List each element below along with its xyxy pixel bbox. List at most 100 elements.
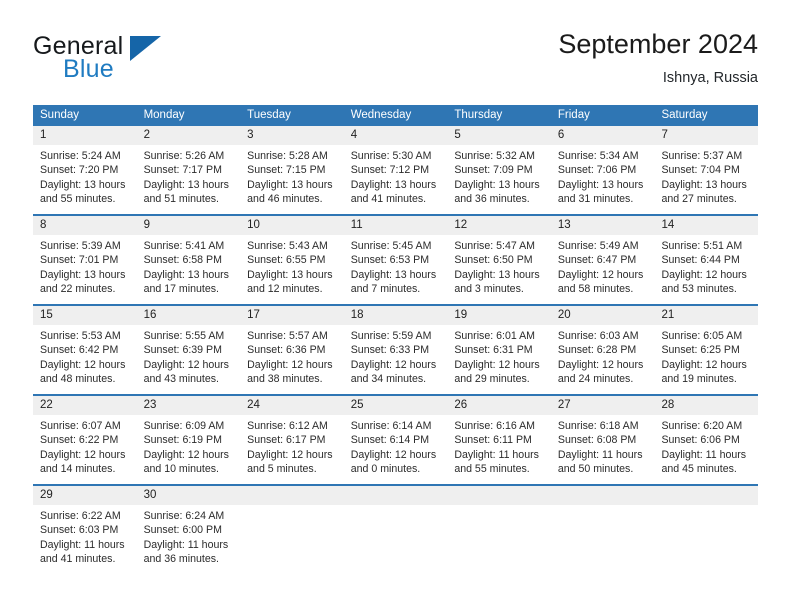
sunrise-text: Sunrise: 5:55 AM	[143, 330, 225, 342]
day-number[interactable]: 3	[240, 126, 344, 145]
week-detail-row: Sunrise: 6:07 AM Sunset: 6:22 PM Daylight:…	[33, 415, 758, 484]
day-number-empty	[551, 486, 655, 505]
week-row: 22 23 24 25 26 27 28 Sunrise: 6:07 AM Sunset: 6:…	[33, 394, 758, 484]
day-number[interactable]: 1	[33, 126, 137, 145]
day-number[interactable]: 16	[137, 306, 241, 325]
day-number[interactable]: 25	[344, 396, 448, 415]
day-cell: Sunrise: 6:24 AM Sunset: 6:00 PM Daylight:…	[137, 505, 241, 574]
day-number[interactable]: 8	[33, 216, 137, 235]
sunset-text: Sunset: 6:14 PM	[350, 434, 430, 447]
location-label: Ishnya, Russia	[662, 70, 758, 86]
sunset-text: Sunset: 6:53 PM	[350, 254, 430, 267]
daylight-text: Daylight: 12 hours and 14 minutes.	[40, 448, 126, 476]
sunset-text: Sunset: 6:22 PM	[40, 434, 119, 447]
sunset-text: Sunset: 7:12 PM	[350, 164, 430, 177]
day-cell: Sunrise: 6:01 AM Sunset: 6:31 PM Daylight:…	[447, 325, 551, 394]
day-number[interactable]: 2	[137, 126, 241, 145]
daylight-text: Daylight: 13 hours and 46 minutes.	[247, 178, 333, 206]
sunset-text: Sunset: 7:20 PM	[40, 164, 119, 177]
day-cell: Sunrise: 6:14 AM Sunset: 6:14 PM Daylight:…	[344, 415, 448, 484]
sunrise-text: Sunrise: 6:22 AM	[40, 510, 121, 522]
day-cell-empty	[654, 505, 758, 574]
day-number[interactable]: 30	[137, 486, 241, 505]
daylight-text: Daylight: 13 hours and 41 minutes.	[350, 178, 437, 206]
week-row: 15 16 17 18 19 20 21 Sunrise: 5:53 AM Sunset: 6:…	[33, 304, 758, 394]
week-daynumber-row: 22 23 24 25 26 27 28	[33, 396, 758, 415]
day-number[interactable]: 20	[551, 306, 655, 325]
day-number[interactable]: 10	[240, 216, 344, 235]
day-cell: Sunrise: 5:53 AM Sunset: 6:42 PM Daylight:…	[33, 325, 137, 394]
daylight-text: Daylight: 11 hours and 41 minutes.	[40, 538, 125, 566]
sunset-text: Sunset: 7:15 PM	[247, 164, 326, 177]
day-number[interactable]: 6	[551, 126, 655, 145]
day-number[interactable]: 11	[344, 216, 448, 235]
daylight-text: Daylight: 13 hours and 55 minutes.	[40, 178, 126, 206]
sunset-text: Sunset: 6:03 PM	[40, 524, 119, 537]
daylight-text: Daylight: 13 hours and 27 minutes.	[661, 178, 747, 206]
day-number[interactable]: 23	[137, 396, 241, 415]
sunset-text: Sunset: 6:42 PM	[40, 344, 119, 357]
sunrise-text: Sunrise: 5:37 AM	[661, 150, 743, 162]
day-number[interactable]: 24	[240, 396, 344, 415]
sunrise-text: Sunrise: 6:16 AM	[454, 420, 535, 432]
week-detail-row: Sunrise: 5:24 AM Sunset: 7:20 PM Daylight:…	[33, 145, 758, 214]
sunrise-text: Sunrise: 5:49 AM	[557, 240, 639, 252]
sunset-text: Sunset: 6:50 PM	[454, 254, 533, 267]
day-number[interactable]: 22	[33, 396, 137, 415]
day-number[interactable]: 15	[33, 306, 137, 325]
day-number[interactable]: 4	[344, 126, 448, 145]
sunset-text: Sunset: 6:06 PM	[661, 434, 740, 447]
daylight-text: Daylight: 13 hours and 36 minutes.	[454, 178, 540, 206]
title-block: September 2024 Ishnya, Russia	[558, 28, 758, 88]
day-number[interactable]: 12	[447, 216, 551, 235]
day-number-empty	[240, 486, 344, 505]
day-number[interactable]: 14	[654, 216, 758, 235]
sunrise-text: Sunrise: 6:03 AM	[557, 330, 639, 342]
weekday-header-tuesday: Tuesday	[247, 109, 291, 121]
day-number[interactable]: 9	[137, 216, 241, 235]
day-cell: Sunrise: 6:22 AM Sunset: 6:03 PM Daylight:…	[33, 505, 137, 574]
day-cell: Sunrise: 5:32 AM Sunset: 7:09 PM Daylight:…	[447, 145, 551, 214]
general-blue-logo[interactable]: General Blue	[33, 32, 203, 90]
day-number[interactable]: 18	[344, 306, 448, 325]
sunrise-text: Sunrise: 5:32 AM	[454, 150, 535, 162]
day-number[interactable]: 21	[654, 306, 758, 325]
day-number[interactable]: 17	[240, 306, 344, 325]
sunrise-text: Sunrise: 6:14 AM	[350, 420, 432, 432]
day-number[interactable]: 7	[654, 126, 758, 145]
day-cell: Sunrise: 6:03 AM Sunset: 6:28 PM Daylight:…	[551, 325, 655, 394]
sunset-text: Sunset: 7:06 PM	[557, 164, 637, 177]
day-number[interactable]: 27	[551, 396, 655, 415]
day-number-empty	[654, 486, 758, 505]
day-number[interactable]: 5	[447, 126, 551, 145]
sunrise-text: Sunrise: 5:43 AM	[247, 240, 328, 252]
daylight-text: Daylight: 12 hours and 24 minutes.	[557, 358, 644, 386]
sunrise-text: Sunrise: 6:12 AM	[247, 420, 328, 432]
sunset-text: Sunset: 6:00 PM	[143, 524, 222, 537]
sunrise-text: Sunrise: 5:47 AM	[454, 240, 535, 252]
day-number[interactable]: 19	[447, 306, 551, 325]
day-cell: Sunrise: 6:09 AM Sunset: 6:19 PM Daylight:…	[137, 415, 241, 484]
day-cell: Sunrise: 5:43 AM Sunset: 6:55 PM Daylight:…	[240, 235, 344, 304]
day-number[interactable]: 13	[551, 216, 655, 235]
calendar-table: Sunday Monday Tuesday Wednesday Thursday…	[33, 105, 758, 574]
day-cell: Sunrise: 5:45 AM Sunset: 6:53 PM Daylight:…	[344, 235, 448, 304]
weekday-header-saturday: Saturday	[661, 109, 708, 121]
week-detail-row: Sunrise: 5:39 AM Sunset: 7:01 PM Daylight:…	[33, 235, 758, 304]
weekday-header-sunday: Sunday	[40, 109, 80, 121]
week-detail-row: Sunrise: 5:53 AM Sunset: 6:42 PM Daylight:…	[33, 325, 758, 394]
day-number[interactable]: 26	[447, 396, 551, 415]
week-daynumber-row: 8 9 10 11 12 13 14	[33, 216, 758, 235]
sunrise-text: Sunrise: 5:39 AM	[40, 240, 121, 252]
daylight-text: Daylight: 13 hours and 51 minutes.	[143, 178, 229, 206]
sunrise-text: Sunrise: 6:20 AM	[661, 420, 743, 432]
day-cell: Sunrise: 5:55 AM Sunset: 6:39 PM Daylight:…	[137, 325, 241, 394]
day-cell-empty	[344, 505, 448, 574]
sunset-text: Sunset: 7:04 PM	[661, 164, 740, 177]
day-number[interactable]: 28	[654, 396, 758, 415]
day-number[interactable]: 29	[33, 486, 137, 505]
sunrise-text: Sunrise: 6:05 AM	[661, 330, 743, 342]
sunrise-text: Sunrise: 5:24 AM	[40, 150, 121, 162]
day-cell: Sunrise: 6:16 AM Sunset: 6:11 PM Daylight:…	[447, 415, 551, 484]
sunrise-text: Sunrise: 5:45 AM	[350, 240, 432, 252]
